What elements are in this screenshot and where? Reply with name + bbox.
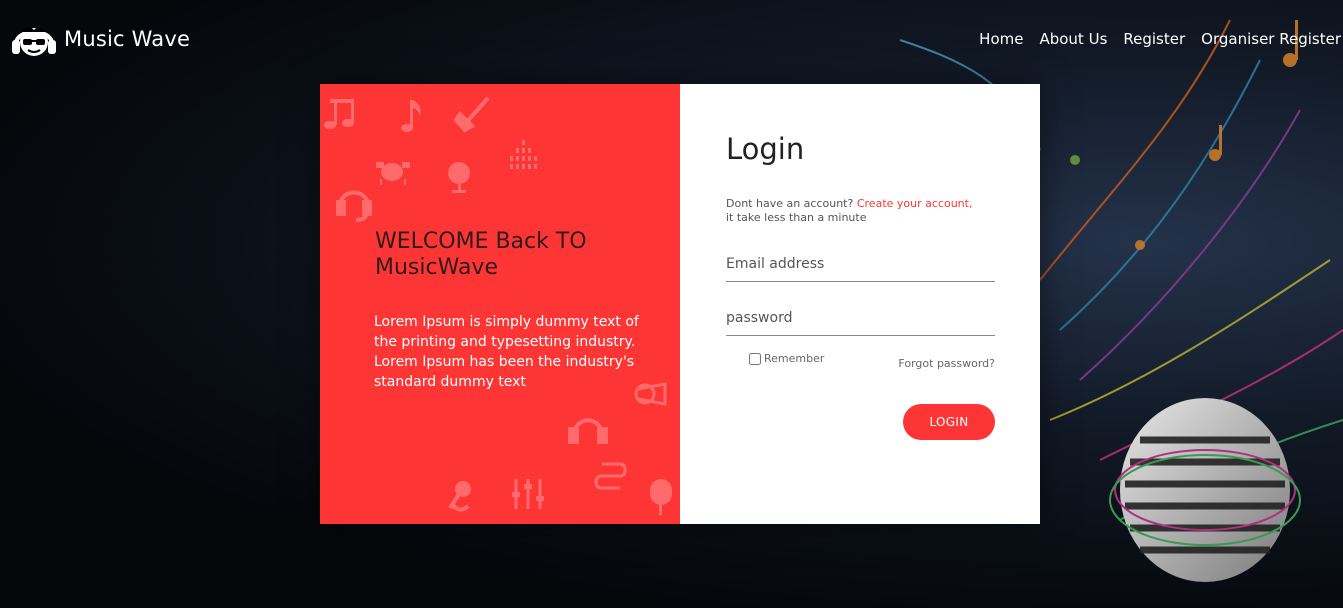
drum-kit-icon xyxy=(376,162,410,185)
headphones-icon xyxy=(568,418,608,444)
remember-label: Remember xyxy=(764,352,825,365)
horn-icon xyxy=(634,382,667,406)
account-prompt-suffix: it take less than a minute xyxy=(726,211,867,224)
welcome-title: WELCOME Back TO MusicWave xyxy=(375,229,587,280)
account-prompt: Dont have an account? Create your accoun… xyxy=(726,197,972,225)
headset-icon xyxy=(336,190,372,222)
remember-option[interactable]: Remember xyxy=(749,352,824,365)
login-button[interactable]: LOGIN xyxy=(903,404,995,440)
brand[interactable]: Music Wave xyxy=(10,18,190,60)
brand-name: Music Wave xyxy=(64,27,191,51)
nav-about-us[interactable]: About Us xyxy=(1039,30,1107,48)
cable-icon xyxy=(594,462,627,490)
music-note-icon xyxy=(324,99,354,129)
equalizer-icon xyxy=(510,140,537,169)
forgot-password-link[interactable]: Forgot password? xyxy=(898,357,995,370)
studio-microphone-icon xyxy=(650,479,672,515)
handheld-microphone-icon xyxy=(448,481,471,512)
remember-checkbox[interactable] xyxy=(749,352,761,365)
nav-register[interactable]: Register xyxy=(1123,30,1185,48)
music-doodle-icons xyxy=(324,96,672,515)
main-nav: Home About Us Register Organiser Registe… xyxy=(979,30,1341,48)
login-card: WELCOME Back TO MusicWave Lorem Ipsum is… xyxy=(320,84,1040,524)
welcome-panel: WELCOME Back TO MusicWave Lorem Ipsum is… xyxy=(320,84,680,524)
guitar-icon xyxy=(453,96,490,133)
eighth-note-icon xyxy=(401,100,421,132)
account-prompt-text: Dont have an account? xyxy=(726,197,854,210)
password-field[interactable] xyxy=(726,310,995,336)
headphones-face-logo-icon xyxy=(12,27,56,56)
welcome-text: Lorem Ipsum is simply dummy text of the … xyxy=(374,314,639,390)
mixer-sliders-icon xyxy=(512,479,544,509)
nav-home[interactable]: Home xyxy=(979,30,1023,48)
email-field[interactable] xyxy=(726,256,995,282)
nav-organiser-register[interactable]: Organiser Register xyxy=(1201,30,1341,48)
login-panel: Login Dont have an account? Create your … xyxy=(680,84,1040,524)
vintage-microphone-icon xyxy=(448,162,470,193)
login-title: Login xyxy=(726,132,805,166)
create-account-link[interactable]: Create your account, xyxy=(857,197,973,210)
